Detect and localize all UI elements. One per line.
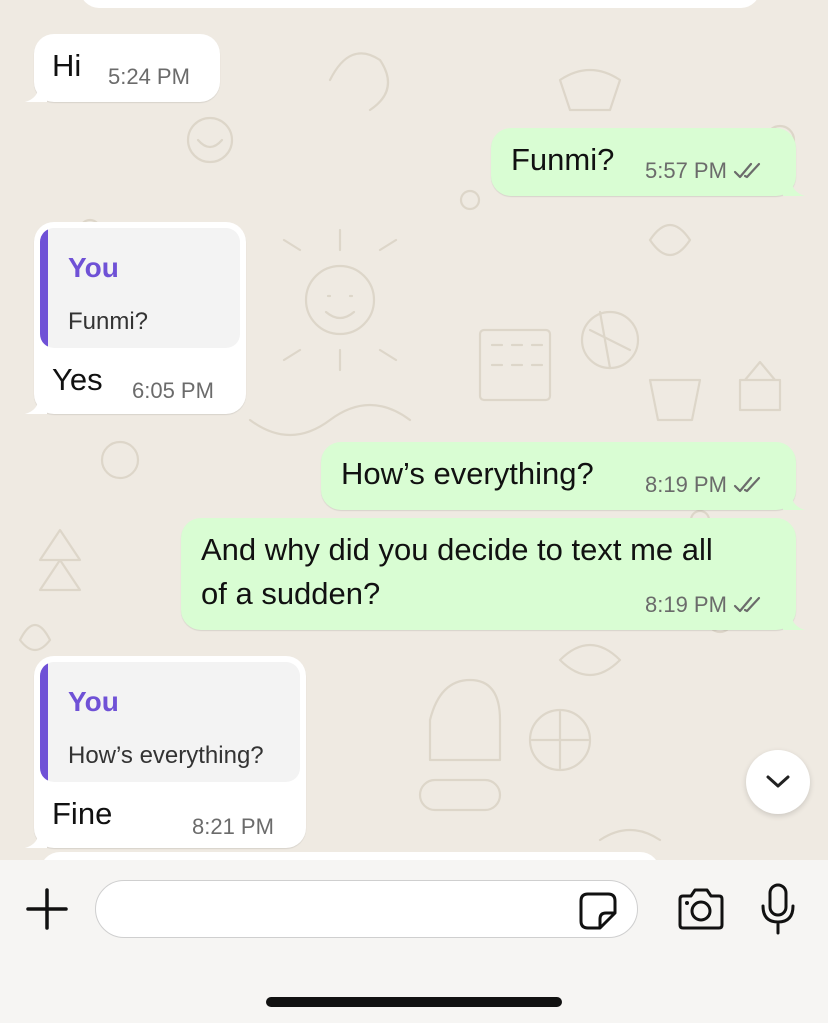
quote-text: How’s everything? [68, 742, 264, 769]
message-text: Fine [52, 796, 113, 831]
message-meta: 8:19 PM [645, 592, 763, 618]
quote-text: Funmi? [68, 308, 149, 335]
message-text: Funmi? [511, 142, 615, 177]
message-bubble-outgoing[interactable]: How’s everything? 8:19 PM [321, 442, 805, 510]
chat-area[interactable]: Hi 5:24 PM Funmi? 5:57 PM You Funmi? Yes… [0, 0, 828, 860]
message-meta: 8:19 PM [645, 472, 763, 498]
bubble-tail [25, 826, 47, 848]
message-timestamp: 5:57 PM [645, 158, 727, 183]
bubble-tail [783, 488, 805, 510]
quote-accent-bar [40, 228, 48, 348]
quote-author: You [68, 252, 119, 283]
message-time: 6:05 PM [132, 378, 214, 404]
home-indicator [266, 997, 562, 1007]
message-timestamp: 8:21 PM [192, 814, 274, 839]
message-text: Yes [52, 362, 103, 397]
bubble-tail [25, 392, 47, 414]
read-receipt-double-check-icon [733, 476, 761, 493]
message-bubble-incoming-reply[interactable]: You How’s everything? Fine 8:21 PM [25, 656, 306, 848]
quoted-message[interactable]: You How’s everything? [40, 662, 300, 782]
quoted-message[interactable]: You Funmi? [40, 228, 240, 348]
message-bubble-incoming[interactable]: Hi 5:24 PM [25, 34, 220, 102]
message-input-container[interactable] [95, 880, 638, 938]
message-timestamp: 8:19 PM [645, 472, 727, 497]
bubble-tail [783, 174, 805, 196]
message-timestamp: 8:19 PM [645, 592, 727, 617]
message-time: 5:24 PM [108, 64, 190, 90]
read-receipt-double-check-icon [733, 162, 761, 179]
message-time: 8:21 PM [192, 814, 274, 840]
quote-author: You [68, 686, 119, 717]
message-timestamp: 5:24 PM [108, 64, 190, 89]
camera-icon[interactable] [676, 887, 726, 931]
message-text: How’s everything? [341, 456, 594, 491]
next-message-bubble-partial [40, 852, 660, 860]
bubble-tail [25, 80, 47, 102]
message-bubble-incoming-reply[interactable]: You Funmi? Yes 6:05 PM [25, 222, 246, 414]
scroll-to-bottom-button[interactable] [746, 750, 810, 814]
previous-message-bubble-partial [80, 0, 760, 8]
message-timestamp: 6:05 PM [132, 378, 214, 403]
message-input[interactable] [116, 891, 570, 929]
chevron-down-icon [766, 775, 790, 788]
message-text: Hi [52, 48, 82, 83]
message-meta: 5:57 PM [645, 158, 763, 184]
message-bubble-outgoing[interactable]: Funmi? 5:57 PM [491, 128, 805, 196]
read-receipt-double-check-icon [733, 596, 761, 613]
sticker-icon[interactable] [578, 891, 618, 931]
microphone-icon[interactable] [758, 882, 798, 936]
quote-accent-bar [40, 662, 48, 782]
bubble-tail [783, 608, 805, 630]
message-bubble-outgoing[interactable]: And why did you decide to text me all of… [181, 518, 805, 630]
plus-icon[interactable] [24, 886, 70, 932]
